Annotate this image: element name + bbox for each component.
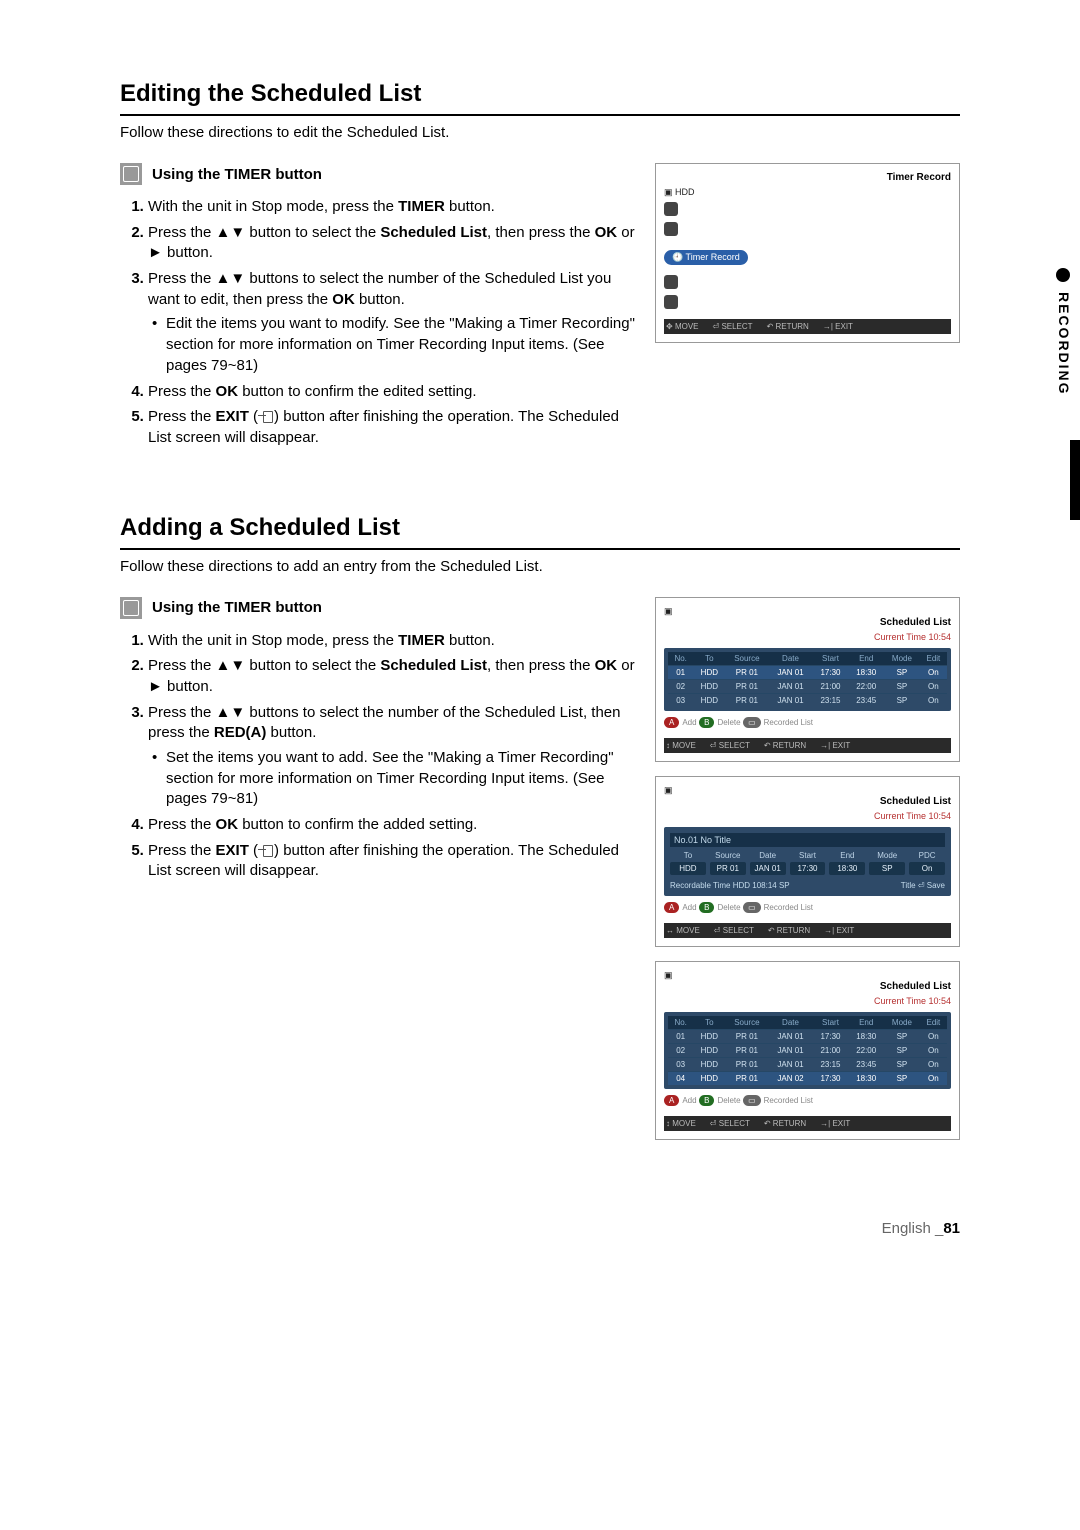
screenshot-scheduled-list-c: ▣ Scheduled List Current Time 10:54 No.T…	[655, 961, 960, 1140]
exit-icon	[258, 843, 274, 857]
step-1: With the unit in Stop mode, press the TI…	[148, 197, 635, 218]
section-title-editing: Editing the Scheduled List	[120, 80, 960, 116]
shot-title: Scheduled List	[664, 796, 951, 807]
table-row: 01HDDPR 01JAN 0117:3018:30SPOn	[668, 665, 947, 679]
legend: AAdd BDelete ▭Recorded List	[664, 1095, 951, 1106]
side-tab: RECORDING	[1050, 260, 1080, 580]
step-3-sub: Edit the items you want to modify. See t…	[166, 314, 635, 376]
step-3: Press the ▲▼ buttons to select the numbe…	[148, 269, 635, 376]
table-header: Mode	[884, 1016, 920, 1030]
table-row: 04HDDPR 01JAN 0217:3018:30SPOn	[668, 1071, 947, 1085]
shot-title: Scheduled List	[664, 617, 951, 628]
screenshot-scheduled-list-a: ▣ Scheduled List Current Time 10:54 No.T…	[655, 597, 960, 762]
legend: AAdd BDelete ▭Recorded List	[664, 717, 951, 728]
table-row: 02HDDPR 01JAN 0121:0022:00SPOn	[668, 679, 947, 693]
edit-fields: ToSourceDateStartEndModePDC	[670, 851, 945, 860]
table-row: 02HDDPR 01JAN 0121:0022:00SPOn	[668, 1043, 947, 1057]
table-row: 03HDDPR 01JAN 0123:1523:45SPOn	[668, 693, 947, 707]
table-header: No.	[668, 652, 693, 666]
step-4: Press the OK button to confirm the edite…	[148, 382, 635, 403]
timer-icon	[120, 163, 142, 185]
nav-icon	[664, 202, 678, 216]
side-tab-bar	[1070, 440, 1080, 520]
table-header-row: No.ToSourceDateStartEndModeEdit	[668, 652, 947, 666]
legend: AAdd BDelete ▭Recorded List	[664, 902, 951, 913]
section-title-adding: Adding a Scheduled List	[120, 514, 960, 550]
timer-icon	[120, 597, 142, 619]
nav-icon	[664, 295, 678, 309]
step-5: Press the EXIT () button after finishing…	[148, 407, 635, 448]
timer-record-pill: 🕘 Timer Record	[664, 250, 748, 265]
page-footer: English _81	[120, 1220, 960, 1237]
current-time: Current Time 10:54	[664, 996, 951, 1006]
step-2: Press the ▲▼ button to select the Schedu…	[148, 656, 635, 697]
edit-title: No.01 No Title	[670, 833, 945, 847]
table-row: 03HDDPR 01JAN 0123:1523:45SPOn	[668, 1057, 947, 1071]
nav-icons	[664, 275, 951, 309]
footbar: ✥ MOVE ⏎ SELECT ↶ RETURN →| EXIT	[664, 319, 951, 334]
screenshot-timer-record: Timer Record ▣ HDD 🕘 Timer Record ✥ MOVE…	[655, 163, 960, 343]
exit-icon	[258, 409, 274, 423]
bullet-icon	[1056, 268, 1070, 282]
table-header: Start	[813, 1016, 849, 1030]
table-header: Source	[725, 652, 768, 666]
nav-icons	[664, 202, 951, 236]
side-tab-label: RECORDING	[1056, 292, 1072, 396]
table-row: 01HDDPR 01JAN 0117:3018:30SPOn	[668, 1029, 947, 1043]
footbar: ↔ MOVE ⏎ SELECT ↶ RETURN →| EXIT	[664, 923, 951, 938]
current-time: Current Time 10:54	[664, 811, 951, 821]
nav-icon	[664, 275, 678, 289]
table-header: End	[848, 1016, 884, 1030]
table-header: Date	[768, 1016, 812, 1030]
hdd-label: ▣ HDD	[664, 187, 951, 198]
table-header: Mode	[884, 652, 920, 666]
edit-values: HDDPR 01JAN 0117:3018:30SPOn	[670, 862, 945, 875]
table-header: To	[693, 652, 725, 666]
rec-line: Recordable Time HDD 108:14 SP Title ⏎ Sa…	[670, 881, 945, 890]
shot-title: Scheduled List	[664, 981, 951, 992]
shot-title: Timer Record	[664, 172, 951, 183]
table-header: Source	[725, 1016, 768, 1030]
table-header: Start	[813, 652, 849, 666]
step-4: Press the OK button to confirm the added…	[148, 815, 635, 836]
screenshot-scheduled-list-edit: ▣ Scheduled List Current Time 10:54 No.0…	[655, 776, 960, 947]
timer-label: Using the TIMER button	[152, 166, 322, 183]
table-header: Edit	[920, 1016, 947, 1030]
footbar: ↕ MOVE ⏎ SELECT ↶ RETURN →| EXIT	[664, 1116, 951, 1131]
table-header: No.	[668, 1016, 693, 1030]
table-header-row: No.ToSourceDateStartEndModeEdit	[668, 1016, 947, 1030]
current-time: Current Time 10:54	[664, 632, 951, 642]
step-2: Press the ▲▼ button to select the Schedu…	[148, 223, 635, 264]
table-header: To	[693, 1016, 725, 1030]
section-intro-adding: Follow these directions to add an entry …	[120, 558, 960, 575]
section-intro-editing: Follow these directions to edit the Sche…	[120, 124, 960, 141]
table-header: Edit	[920, 652, 947, 666]
steps-adding: With the unit in Stop mode, press the TI…	[120, 631, 635, 883]
step-3-sub: Set the items you want to add. See the "…	[166, 748, 635, 810]
step-3: Press the ▲▼ buttons to select the numbe…	[148, 703, 635, 810]
steps-editing: With the unit in Stop mode, press the TI…	[120, 197, 635, 449]
table-header: End	[848, 652, 884, 666]
sched-table-a: No.ToSourceDateStartEndModeEdit 01HDDPR …	[668, 652, 947, 707]
step-5: Press the EXIT () button after finishing…	[148, 841, 635, 882]
timer-label: Using the TIMER button	[152, 599, 322, 616]
footbar: ↕ MOVE ⏎ SELECT ↶ RETURN →| EXIT	[664, 738, 951, 753]
step-1: With the unit in Stop mode, press the TI…	[148, 631, 635, 652]
table-header: Date	[768, 652, 812, 666]
sched-table-c: No.ToSourceDateStartEndModeEdit 01HDDPR …	[668, 1016, 947, 1085]
nav-icon	[664, 222, 678, 236]
